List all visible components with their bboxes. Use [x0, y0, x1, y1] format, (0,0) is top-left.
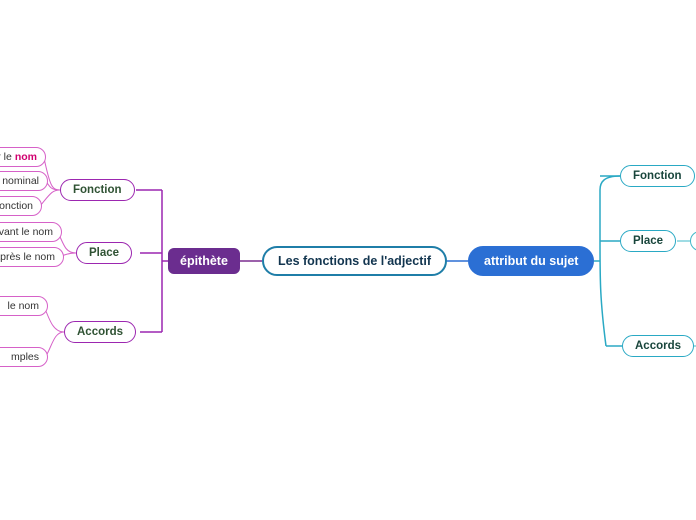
- node-epithete-label: épithète: [180, 254, 228, 268]
- leaf-accords-1[interactable]: le nom: [0, 296, 48, 316]
- node-place-right[interactable]: Place: [620, 230, 677, 252]
- node-fonction-left-label: Fonction: [73, 184, 122, 196]
- leaf-place-2-text: après le nom: [0, 251, 55, 263]
- node-accords-left[interactable]: Accords: [64, 321, 137, 343]
- node-attribut-du-sujet[interactable]: attribut du sujet: [468, 246, 595, 276]
- node-accords-right[interactable]: Accords: [622, 335, 695, 357]
- leaf-place-1-text: avant le nom: [0, 226, 53, 238]
- node-fonction-left[interactable]: Fonction: [60, 179, 135, 201]
- node-place-left[interactable]: Place: [76, 242, 133, 264]
- leaf-fonction-3-text: fonction: [0, 200, 33, 212]
- node-fonction-right-label: Fonction: [633, 170, 682, 182]
- leaf-fonction-2[interactable]: le nominal: [0, 171, 48, 191]
- mindmap-canvas: Les fonctions de l'adjectif épithète att…: [0, 0, 696, 520]
- node-accords-right-label: Accords: [635, 340, 682, 352]
- leaf-fonction-3[interactable]: fonction: [0, 196, 42, 216]
- leaf-place-2[interactable]: après le nom: [0, 247, 64, 267]
- node-place-left-label: Place: [89, 247, 120, 259]
- node-fonction-right[interactable]: Fonction: [620, 165, 695, 187]
- leaf-accords-2-text: mples: [10, 351, 39, 363]
- leaf-place-1[interactable]: avant le nom: [0, 222, 62, 242]
- node-epithete[interactable]: épithète: [168, 248, 240, 274]
- node-attribut-label: attribut du sujet: [484, 254, 579, 268]
- node-accords-left-label: Accords: [77, 326, 124, 338]
- leaf-accords-2[interactable]: mples: [0, 347, 48, 367]
- leaf-fonction-1-text: sur le: [0, 151, 12, 163]
- leaf-fonction-2-text: le nominal: [0, 175, 39, 187]
- leaf-fonction-1-highlight: nom: [14, 151, 37, 163]
- node-center-label: Les fonctions de l'adjectif: [278, 254, 431, 268]
- leaf-fonction-1[interactable]: sur le nom: [0, 147, 46, 167]
- leaf-place-right-1[interactable]: [690, 231, 696, 251]
- node-center[interactable]: Les fonctions de l'adjectif: [262, 246, 447, 276]
- node-place-right-label: Place: [633, 235, 664, 247]
- leaf-accords-1-text: le nom: [7, 300, 39, 312]
